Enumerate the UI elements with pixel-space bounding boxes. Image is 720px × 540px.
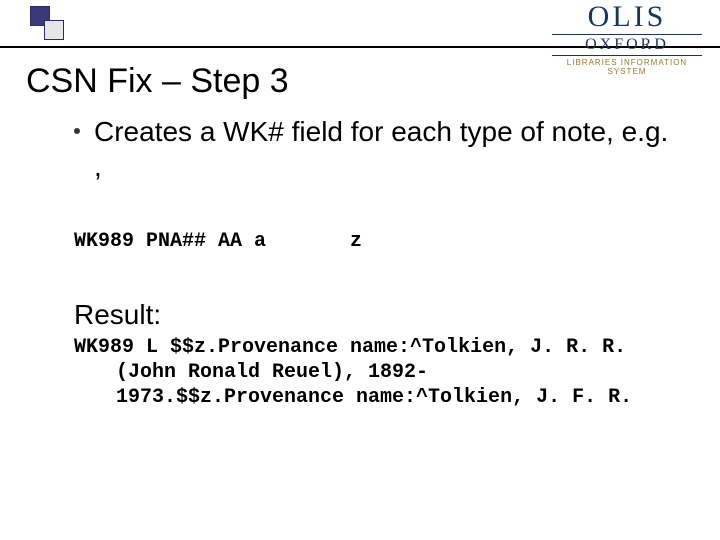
slide-body: Creates a WK# field for each type of not…	[74, 114, 680, 410]
logo-org: OXFORD	[552, 34, 702, 56]
bullet-dot-icon	[74, 128, 80, 134]
olis-logo: OLIS OXFORD LIBRARIES INFORMATION SYSTEM	[552, 2, 702, 76]
top-bar: OLIS OXFORD LIBRARIES INFORMATION SYSTEM	[0, 0, 720, 54]
result-text: WK989 L $$z.Provenance name:^Tolkien, J.…	[74, 335, 634, 410]
logo-sub: LIBRARIES INFORMATION SYSTEM	[552, 58, 702, 76]
bullet-text: Creates a WK# field for each type of not…	[94, 114, 680, 184]
decor-square-light	[44, 20, 64, 40]
logo-name: OLIS	[552, 2, 702, 32]
result-heading: Result:	[74, 299, 680, 331]
code-line: WK989 PNA## AA a z	[74, 230, 680, 253]
result-content: WK989 L $$z.Provenance name:^Tolkien, J.…	[74, 335, 634, 410]
bullet-item: Creates a WK# field for each type of not…	[74, 114, 680, 184]
slide-title: CSN Fix – Step 3	[26, 62, 289, 101]
slide: OLIS OXFORD LIBRARIES INFORMATION SYSTEM…	[0, 0, 720, 540]
